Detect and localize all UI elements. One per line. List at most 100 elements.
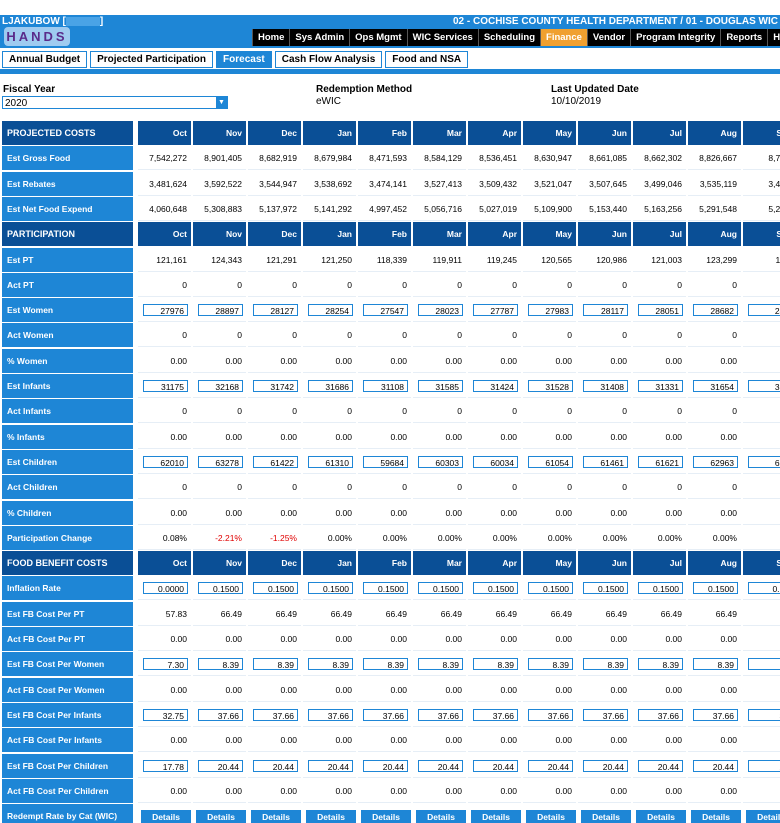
inflation-rate-input[interactable]: 0.15 (748, 582, 780, 595)
est-women-input[interactable]: 28897 (198, 304, 243, 317)
est-infants-input[interactable]: 31528 (528, 380, 573, 392)
inflation-rate-input[interactable]: 0.1500 (528, 582, 573, 595)
est-children-input[interactable]: 622 (748, 455, 780, 468)
est-infants-input[interactable]: 32168 (198, 380, 243, 392)
est-fb-cost-per-women-input[interactable]: 8.39 (693, 658, 738, 671)
est-fb-cost-per-women-input[interactable]: 8.39 (473, 658, 518, 671)
details-button[interactable]: Details (581, 810, 631, 823)
est-fb-cost-per-children-input[interactable]: 20.44 (528, 759, 573, 772)
est-infants-input[interactable]: 312 (748, 380, 780, 392)
nav-item-home[interactable]: Home (252, 29, 289, 46)
est-infants-input[interactable]: 31331 (638, 380, 683, 392)
est-infants-input[interactable]: 31108 (363, 380, 408, 392)
est-fb-cost-per-infants-input[interactable]: 37 (748, 708, 780, 721)
inflation-rate-input[interactable]: 0.1500 (693, 582, 738, 595)
tab-annual-budget[interactable]: Annual Budget (2, 51, 88, 68)
est-children-input[interactable]: 60303 (418, 455, 463, 468)
nav-item-help[interactable]: Help (767, 29, 780, 46)
est-fb-cost-per-women-input[interactable]: 8.39 (253, 658, 298, 671)
est-fb-cost-per-infants-input[interactable]: 37.66 (473, 708, 518, 721)
tab-cash-flow-analysis[interactable]: Cash Flow Analysis (274, 51, 383, 68)
nav-item-program-integrity[interactable]: Program Integrity (630, 29, 720, 46)
est-women-input[interactable]: 28127 (253, 304, 298, 317)
est-children-input[interactable]: 61422 (253, 455, 298, 468)
tab-forecast[interactable]: Forecast (216, 51, 272, 68)
est-fb-cost-per-women-input[interactable]: 8.39 (308, 658, 353, 671)
est-women-input[interactable]: 27787 (473, 304, 518, 317)
nav-item-reports[interactable]: Reports (720, 29, 767, 46)
est-fb-cost-per-infants-input[interactable]: 37.66 (198, 708, 243, 721)
est-women-input[interactable]: 28051 (638, 304, 683, 317)
est-children-input[interactable]: 61461 (583, 455, 628, 468)
est-fb-cost-per-children-input[interactable]: 20.44 (418, 759, 463, 772)
inflation-rate-input[interactable]: 0.0000 (143, 582, 188, 595)
est-fb-cost-per-infants-input[interactable]: 37.66 (363, 708, 408, 721)
est-women-input[interactable]: 27983 (528, 304, 573, 317)
est-fb-cost-per-infants-input[interactable]: 37.66 (308, 708, 353, 721)
est-fb-cost-per-children-input[interactable]: 20.44 (198, 759, 243, 772)
est-fb-cost-per-women-input[interactable]: 8.39 (583, 658, 628, 671)
inflation-rate-input[interactable]: 0.1500 (638, 582, 683, 595)
est-women-input[interactable]: 28254 (308, 304, 353, 317)
est-children-input[interactable]: 61621 (638, 455, 683, 468)
est-fb-cost-per-infants-input[interactable]: 37.66 (638, 708, 683, 721)
est-children-input[interactable]: 62010 (143, 455, 188, 468)
est-fb-cost-per-children-input[interactable]: 20.44 (638, 759, 683, 772)
inflation-rate-input[interactable]: 0.1500 (418, 582, 463, 595)
est-fb-cost-per-infants-input[interactable]: 37.66 (583, 708, 628, 721)
inflation-rate-input[interactable]: 0.1500 (473, 582, 518, 595)
est-fb-cost-per-children-input[interactable]: 20.44 (363, 759, 408, 772)
est-fb-cost-per-women-input[interactable]: 8.39 (638, 658, 683, 671)
user-link[interactable] (65, 16, 100, 26)
fiscal-year-select[interactable]: 2020 ▼ (2, 96, 228, 109)
details-button[interactable]: Details (416, 810, 466, 823)
chevron-down-icon[interactable]: ▼ (216, 97, 227, 108)
details-button[interactable]: Details (306, 810, 356, 823)
nav-item-finance[interactable]: Finance (540, 29, 587, 46)
est-fb-cost-per-children-input[interactable]: 20 (748, 759, 780, 772)
est-women-input[interactable]: 27547 (363, 304, 408, 317)
est-women-input[interactable]: 28682 (693, 304, 738, 317)
est-fb-cost-per-children-input[interactable]: 20.44 (308, 759, 353, 772)
nav-item-vendor[interactable]: Vendor (586, 29, 630, 46)
est-fb-cost-per-children-input[interactable]: 20.44 (253, 759, 298, 772)
est-fb-cost-per-children-input[interactable]: 17.78 (143, 759, 188, 772)
nav-item-scheduling[interactable]: Scheduling (477, 29, 540, 46)
est-fb-cost-per-women-input[interactable]: 7.30 (143, 658, 188, 671)
details-button[interactable]: Details (141, 810, 191, 823)
est-fb-cost-per-infants-input[interactable]: 37.66 (253, 708, 298, 721)
est-infants-input[interactable]: 31424 (473, 380, 518, 392)
est-infants-input[interactable]: 31742 (253, 380, 298, 392)
details-button[interactable]: Details (251, 810, 301, 823)
est-fb-cost-per-infants-input[interactable]: 37.66 (693, 708, 738, 721)
details-button[interactable]: Details (636, 810, 686, 823)
details-button[interactable]: Details (746, 810, 780, 823)
nav-item-ops-mgmt[interactable]: Ops Mgmt (349, 29, 406, 46)
tab-projected-participation[interactable]: Projected Participation (90, 51, 214, 68)
est-fb-cost-per-women-input[interactable]: 8.39 (418, 658, 463, 671)
est-infants-input[interactable]: 31175 (143, 380, 188, 392)
est-fb-cost-per-children-input[interactable]: 20.44 (583, 759, 628, 772)
details-button[interactable]: Details (471, 810, 521, 823)
est-children-input[interactable]: 59684 (363, 455, 408, 468)
details-button[interactable]: Details (691, 810, 741, 823)
est-fb-cost-per-children-input[interactable]: 20.44 (693, 759, 738, 772)
inflation-rate-input[interactable]: 0.1500 (253, 582, 298, 595)
est-fb-cost-per-infants-input[interactable]: 32.75 (143, 708, 188, 721)
est-women-input[interactable]: 28117 (583, 304, 628, 317)
est-infants-input[interactable]: 31686 (308, 380, 353, 392)
inflation-rate-input[interactable]: 0.1500 (583, 582, 628, 595)
est-fb-cost-per-children-input[interactable]: 20.44 (473, 759, 518, 772)
est-children-input[interactable]: 61310 (308, 455, 353, 468)
est-fb-cost-per-women-input[interactable]: 8 (748, 658, 780, 671)
tab-food-and-nsa[interactable]: Food and NSA (385, 51, 469, 68)
est-children-input[interactable]: 60034 (473, 455, 518, 468)
est-fb-cost-per-women-input[interactable]: 8.39 (528, 658, 573, 671)
est-fb-cost-per-infants-input[interactable]: 37.66 (528, 708, 573, 721)
est-fb-cost-per-women-input[interactable]: 8.39 (363, 658, 408, 671)
details-button[interactable]: Details (361, 810, 411, 823)
est-children-input[interactable]: 63278 (198, 455, 243, 468)
inflation-rate-input[interactable]: 0.1500 (308, 582, 353, 595)
est-fb-cost-per-women-input[interactable]: 8.39 (198, 658, 243, 671)
est-infants-input[interactable]: 31408 (583, 380, 628, 392)
